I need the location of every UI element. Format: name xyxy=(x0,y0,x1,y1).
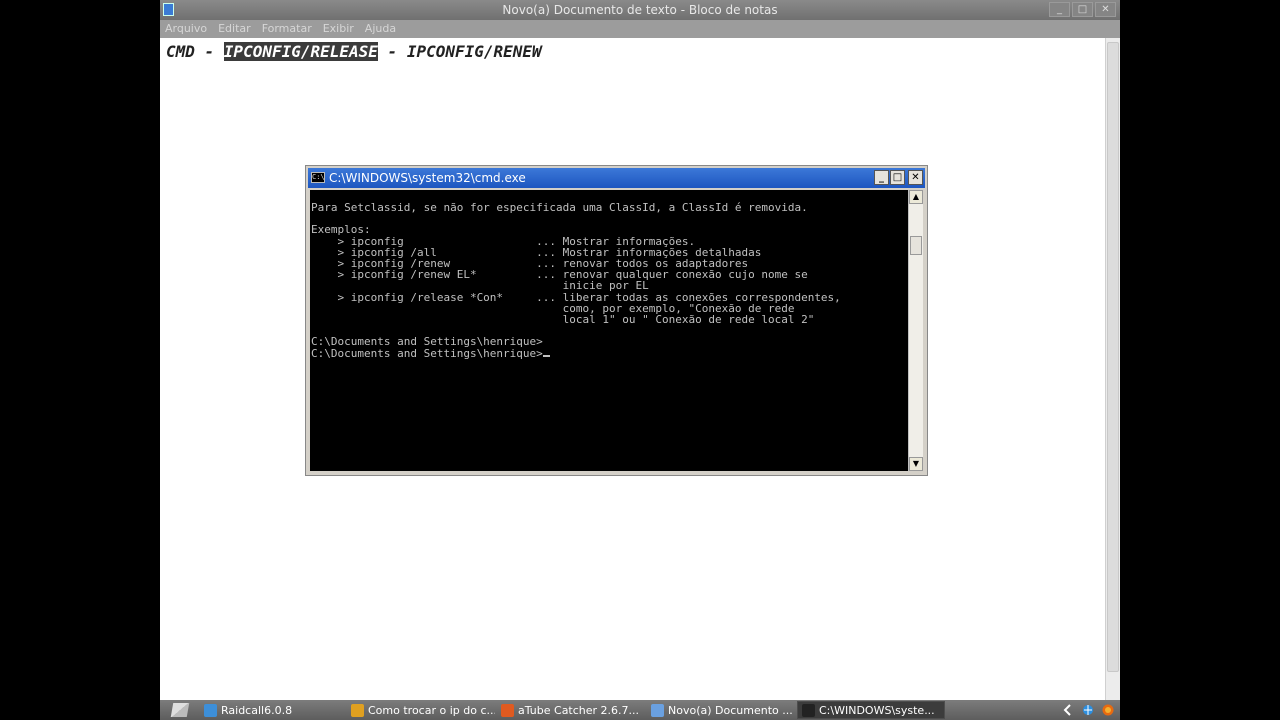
atube-icon xyxy=(501,703,514,717)
menu-formatar[interactable]: Formatar xyxy=(262,20,312,38)
text-before: CMD - xyxy=(166,42,224,61)
console-line: ​ xyxy=(311,213,841,224)
menu-exibir[interactable]: Exibir xyxy=(323,20,354,38)
text-cursor xyxy=(542,354,550,357)
taskbar: Raidcall6.0.8 Como trocar o ip do c... aTu… xyxy=(160,700,1120,720)
taskbar-item[interactable]: aTube Catcher 2.6.7... xyxy=(497,701,645,719)
windows-logo-icon xyxy=(170,703,190,717)
text-after: - IPCONFIG/RENEW xyxy=(377,42,542,61)
notepad-scrollbar[interactable] xyxy=(1105,38,1120,700)
cmd-scrollbar[interactable]: ▲ ▼ xyxy=(908,190,923,471)
notepad-title: Novo(a) Documento de texto - Bloco de no… xyxy=(502,3,778,17)
notepad-menubar: Arquivo Editar Formatar Exibir Ajuda xyxy=(160,20,1120,38)
cmd-window: C:\ C:\WINDOWS\system32\cmd.exe _ □ ✕ Pa… xyxy=(305,165,928,476)
scroll-up-arrow-icon[interactable]: ▲ xyxy=(909,190,923,204)
raidcall-icon xyxy=(204,703,217,717)
taskbar-item-label: Como trocar o ip do c... xyxy=(368,703,495,717)
console-line: inicie por EL xyxy=(311,279,649,293)
task-list: Raidcall6.0.8 Como trocar o ip do c... aTu… xyxy=(200,701,947,719)
cmd-maximize-button[interactable]: □ xyxy=(890,170,905,185)
cmd-icon: C:\ xyxy=(311,172,325,183)
taskbar-item[interactable]: Novo(a) Documento ... xyxy=(647,701,795,719)
notepad-text: CMD - IPCONFIG/RELEASE - IPCONFIG/RENEW xyxy=(166,42,542,61)
cmd-title: C:\WINDOWS\system32\cmd.exe xyxy=(329,171,526,185)
cmd-titlebar[interactable]: C:\ C:\WINDOWS\system32\cmd.exe _ □ ✕ xyxy=(308,168,925,188)
notepad-titlebar[interactable]: Novo(a) Documento de texto - Bloco de no… xyxy=(160,0,1120,20)
cmd-console[interactable]: Para Setclassid, se não for especificada… xyxy=(310,190,910,471)
console-line: local 1" ou " Conexão de rede local 2" xyxy=(311,313,815,327)
selected-text: IPCONFIG/RELEASE xyxy=(223,42,378,61)
chrome-icon xyxy=(351,703,364,717)
taskbar-item-label: Novo(a) Documento ... xyxy=(668,703,793,717)
firefox-icon[interactable] xyxy=(1102,704,1114,716)
notepad-window-controls: _ □ ✕ xyxy=(1049,2,1116,17)
taskbar-item[interactable]: C:\WINDOWS\syste... xyxy=(797,701,945,719)
notepad-icon xyxy=(651,703,664,717)
cmd-icon xyxy=(802,703,815,717)
chevron-left-icon[interactable] xyxy=(1062,704,1074,716)
console-line: Exemplos: xyxy=(311,223,371,237)
taskbar-item-label: Raidcall6.0.8 xyxy=(221,703,293,717)
taskbar-item-label: aTube Catcher 2.6.7... xyxy=(518,703,640,717)
cmd-minimize-button[interactable]: _ xyxy=(874,170,889,185)
minimize-button[interactable]: _ xyxy=(1049,2,1070,17)
console-prompt-line: C:\Documents and Settings\henrique> xyxy=(311,348,841,359)
menu-editar[interactable]: Editar xyxy=(218,20,251,38)
cmd-close-button[interactable]: ✕ xyxy=(908,170,923,185)
console-prompt: C:\Documents and Settings\henrique> xyxy=(311,346,543,360)
cmd-window-controls: _ □ ✕ xyxy=(874,170,923,185)
taskbar-item[interactable]: Como trocar o ip do c... xyxy=(347,701,495,719)
console-line: Para Setclassid, se não for especificada… xyxy=(311,201,808,214)
taskbar-item-label: C:\WINDOWS\syste... xyxy=(819,703,935,717)
scrollbar-thumb[interactable] xyxy=(1107,42,1119,672)
system-tray xyxy=(1062,704,1120,716)
maximize-button[interactable]: □ xyxy=(1072,2,1093,17)
menu-ajuda[interactable]: Ajuda xyxy=(365,20,396,38)
start-button[interactable] xyxy=(160,700,200,720)
cmd-scrollbar-thumb[interactable] xyxy=(910,236,922,255)
scroll-down-arrow-icon[interactable]: ▼ xyxy=(909,457,923,471)
close-button[interactable]: ✕ xyxy=(1095,2,1116,17)
menu-arquivo[interactable]: Arquivo xyxy=(165,20,207,38)
cmd-output: Para Setclassid, se não for especificada… xyxy=(311,202,841,359)
taskbar-item[interactable]: Raidcall6.0.8 xyxy=(200,701,345,719)
network-icon[interactable] xyxy=(1082,704,1094,716)
